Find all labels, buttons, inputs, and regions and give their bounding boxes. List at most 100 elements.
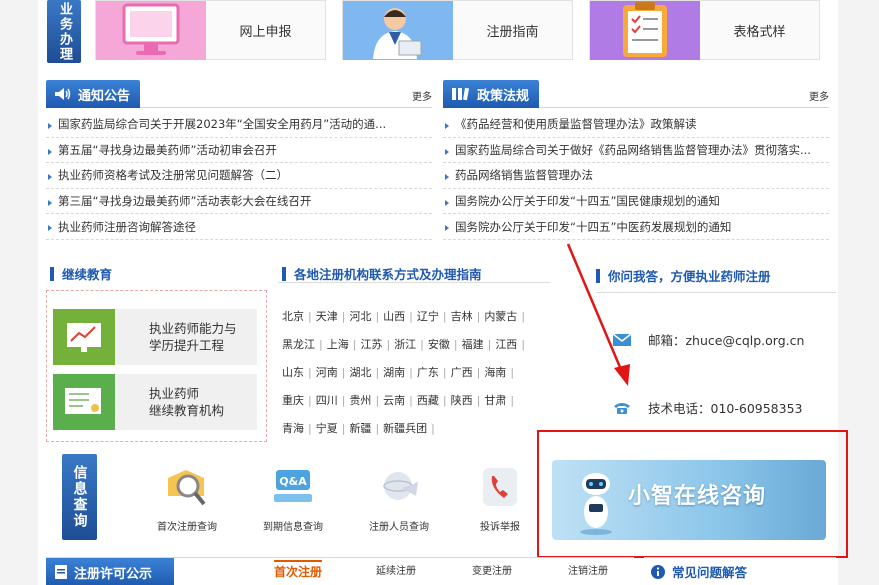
telephone-icon bbox=[612, 401, 632, 415]
education-item-institution[interactable]: 执业药师 继续教育机构 bbox=[53, 374, 257, 430]
policy-more-link[interactable]: 更多 bbox=[809, 88, 829, 103]
list-item[interactable]: 国家药监局综合司关于做好《药品网络销售监督管理办法》贯彻落实... bbox=[443, 138, 829, 164]
region-link[interactable]: 黑龙江 bbox=[282, 336, 315, 352]
contact-phone: 技术电话：010-60958353 bbox=[612, 398, 803, 417]
tab-first-register[interactable]: 首次注册 bbox=[274, 560, 323, 580]
monitor-icon bbox=[96, 1, 206, 60]
regions-title: 各地注册机构联系方式及办理指南 bbox=[282, 264, 482, 283]
policy-title: 政策法规 bbox=[477, 88, 530, 104]
region-link[interactable]: 宁夏 bbox=[316, 420, 338, 436]
notice-section-header: 通知公告 更多 bbox=[46, 80, 432, 108]
region-link[interactable]: 安徽 bbox=[428, 336, 450, 352]
list-item[interactable]: 第五届“寻找身边最美药师”活动初审会召开 bbox=[46, 138, 432, 164]
separator: | bbox=[341, 365, 346, 379]
separator: | bbox=[308, 309, 312, 323]
faq-section[interactable]: 常见问题解答 bbox=[644, 557, 836, 585]
list-item[interactable]: 国家药监局综合司关于开展2023年“全国安全用药月”活动的通... bbox=[46, 112, 432, 138]
region-link[interactable]: 湖南 bbox=[383, 364, 405, 380]
policy-tab[interactable]: 政策法规 bbox=[443, 80, 540, 108]
region-link[interactable]: 河南 bbox=[316, 364, 338, 380]
register-guide-tile[interactable]: 注册指南 bbox=[342, 0, 573, 60]
region-row: 北京 | 天津 | 河北 | 山西 | 辽宁 | 吉林 | 内蒙古 | bbox=[282, 302, 552, 330]
list-item[interactable]: 《药品经营和使用质量监督管理办法》政策解读 bbox=[443, 112, 829, 138]
online-declare-label: 网上申报 bbox=[239, 25, 292, 40]
online-consult-banner[interactable]: 小智在线咨询 bbox=[552, 460, 826, 540]
region-link[interactable]: 山东 bbox=[282, 364, 304, 380]
document-icon bbox=[55, 565, 67, 579]
online-declare-tile[interactable]: 网上申报 bbox=[95, 0, 326, 60]
education-item-capability[interactable]: 执业药师能力与 学历提升工程 bbox=[53, 309, 257, 365]
region-link[interactable]: 四川 bbox=[316, 392, 338, 408]
region-link[interactable]: 重庆 bbox=[282, 392, 304, 408]
policy-list: 《药品经营和使用质量监督管理办法》政策解读 国家药监局综合司关于做好《药品网络销… bbox=[443, 112, 829, 240]
globe-icon bbox=[376, 466, 422, 508]
region-link[interactable]: 上海 bbox=[327, 336, 349, 352]
region-link[interactable]: 江苏 bbox=[360, 336, 382, 352]
region-link[interactable]: 新疆兵团 bbox=[383, 420, 427, 436]
info-query-side-label: 信息查询 bbox=[62, 454, 97, 540]
separator: | bbox=[409, 309, 413, 323]
info-icon bbox=[651, 564, 665, 579]
region-row: 青海 | 宁夏 | 新疆 | 新疆兵团 | bbox=[282, 414, 552, 442]
region-link[interactable]: 福建 bbox=[462, 336, 484, 352]
region-link[interactable]: 内蒙古 bbox=[484, 308, 517, 324]
expiry-info-query[interactable]: Q&A 到期信息查询 bbox=[248, 466, 338, 533]
consultant-icon bbox=[343, 1, 453, 60]
license-title: 注册许可公示 bbox=[74, 566, 153, 582]
region-link[interactable]: 新疆 bbox=[349, 420, 371, 436]
separator: | bbox=[375, 309, 380, 323]
region-link[interactable]: 云南 bbox=[383, 392, 405, 408]
tab-renew-register[interactable]: 延续注册 bbox=[376, 562, 416, 577]
first-register-query[interactable]: 首次注册查询 bbox=[142, 466, 232, 533]
registered-person-query[interactable]: 注册人员查询 bbox=[354, 466, 444, 533]
phone-icon bbox=[477, 466, 523, 508]
region-link[interactable]: 陕西 bbox=[451, 392, 473, 408]
tab-change-register[interactable]: 变更注册 bbox=[472, 562, 512, 577]
list-item[interactable]: 执业药师资格考试及注册常见问题解答（二） bbox=[46, 163, 432, 189]
separator: | bbox=[375, 393, 380, 407]
separator: | bbox=[308, 393, 312, 407]
education-item-line: 执业药师 bbox=[149, 386, 200, 401]
list-item[interactable]: 国务院办公厅关于印发“十四五”中医药发展规划的通知 bbox=[443, 214, 829, 240]
license-section: 注册许可公示 首次注册 延续注册 变更注册 注销注册 bbox=[46, 557, 634, 585]
tab-cancel-register[interactable]: 注销注册 bbox=[568, 562, 608, 577]
online-consult-label: 小智在线咨询 bbox=[628, 484, 767, 509]
region-link[interactable]: 广西 bbox=[451, 364, 473, 380]
region-link[interactable]: 北京 bbox=[282, 308, 304, 324]
notice-tab[interactable]: 通知公告 bbox=[46, 80, 141, 108]
region-link[interactable]: 天津 bbox=[316, 308, 338, 324]
region-link[interactable]: 海南 bbox=[484, 364, 506, 380]
form-sample-tile[interactable]: 表格式样 bbox=[589, 0, 820, 60]
region-link[interactable]: 广东 bbox=[417, 364, 439, 380]
region-link[interactable]: 青海 bbox=[282, 420, 304, 436]
region-link[interactable]: 江西 bbox=[495, 336, 517, 352]
list-item[interactable]: 执业药师注册咨询解答途径 bbox=[46, 214, 432, 240]
list-item[interactable]: 第三届“寻找身边最美药师”活动表彰大会在线召开 bbox=[46, 189, 432, 215]
list-item[interactable]: 国务院办公厅关于印发“十四五”国民健康规划的通知 bbox=[443, 189, 829, 215]
separator: | bbox=[341, 393, 346, 407]
notice-list: 国家药监局综合司关于开展2023年“全国安全用药月”活动的通... 第五届“寻找… bbox=[46, 112, 432, 240]
region-link[interactable]: 浙江 bbox=[394, 336, 416, 352]
education-item-line: 继续教育机构 bbox=[149, 403, 225, 418]
list-item[interactable]: 药品网络销售监督管理办法 bbox=[443, 163, 829, 189]
region-link[interactable]: 甘肃 bbox=[484, 392, 506, 408]
separator: | bbox=[352, 337, 357, 351]
separator: | bbox=[420, 337, 424, 351]
separator: | bbox=[375, 421, 380, 435]
region-link[interactable]: 山西 bbox=[383, 308, 405, 324]
region-row: 重庆 | 四川 | 贵州 | 云南 | 西藏 | 陕西 | 甘肃 | bbox=[282, 386, 552, 414]
complaint-report[interactable]: 投诉举报 bbox=[455, 466, 545, 533]
education-item-line: 执业药师能力与 bbox=[149, 321, 237, 336]
region-link[interactable]: 河北 bbox=[349, 308, 371, 324]
region-link[interactable]: 西藏 bbox=[417, 392, 439, 408]
policy-section-header: 政策法规 更多 bbox=[443, 80, 829, 108]
region-link[interactable]: 湖北 bbox=[349, 364, 371, 380]
license-title-tab[interactable]: 注册许可公示 bbox=[46, 558, 174, 585]
region-link[interactable]: 吉林 bbox=[451, 308, 473, 324]
separator: | bbox=[409, 393, 413, 407]
query-label: 到期信息查询 bbox=[263, 522, 323, 533]
register-guide-label: 注册指南 bbox=[486, 25, 539, 40]
notice-more-link[interactable]: 更多 bbox=[412, 88, 432, 103]
region-link[interactable]: 辽宁 bbox=[417, 308, 439, 324]
region-link[interactable]: 贵州 bbox=[349, 392, 371, 408]
